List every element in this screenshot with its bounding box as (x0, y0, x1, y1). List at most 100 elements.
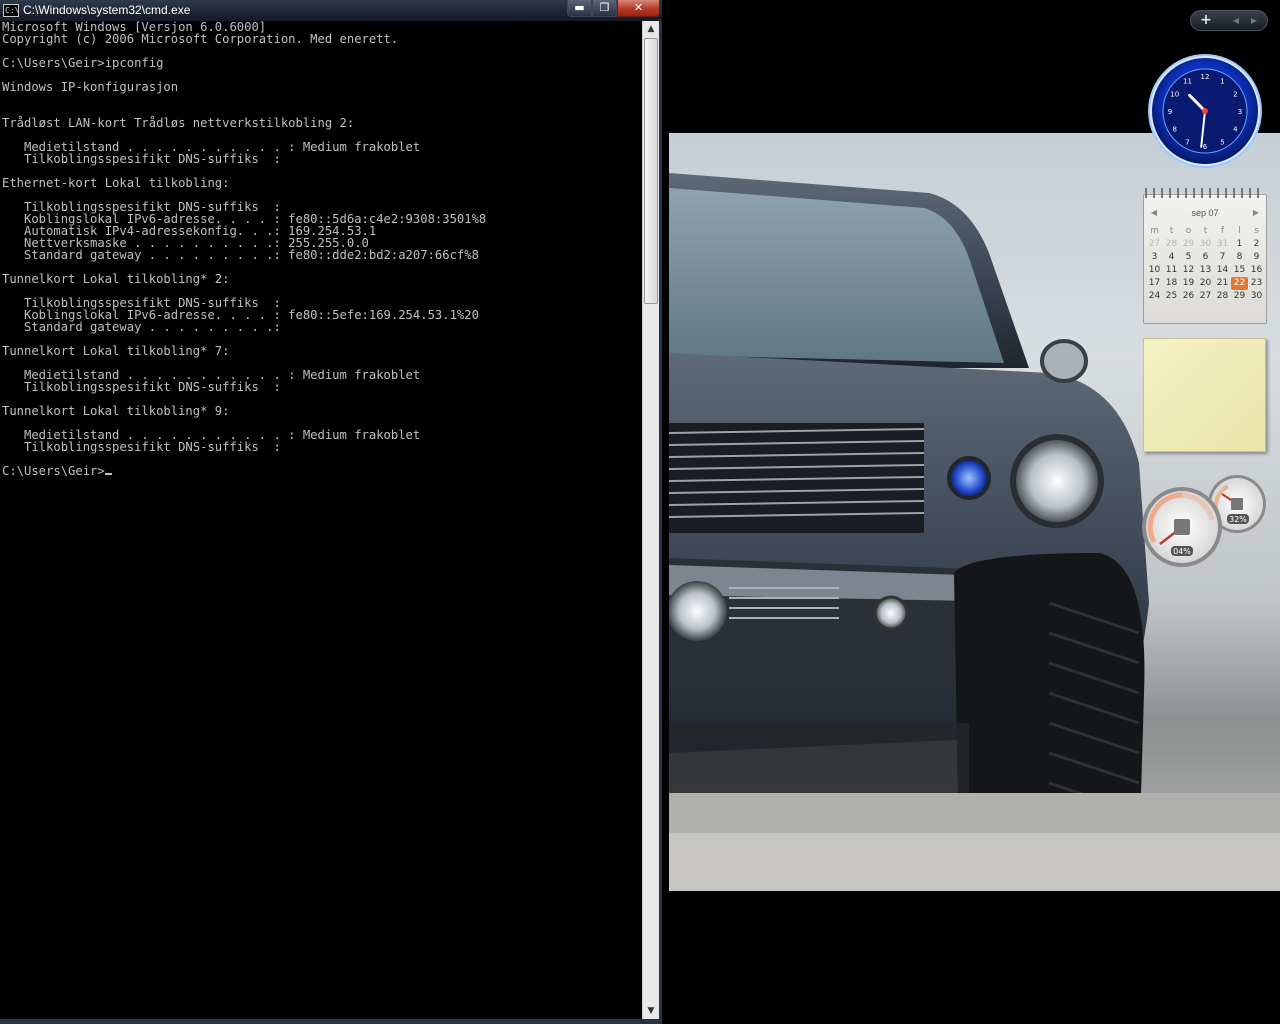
calendar-day[interactable]: 28 (1214, 290, 1231, 303)
calendar-prev-icon[interactable]: ◀ (1149, 208, 1159, 217)
calendar-day[interactable]: 1 (1231, 238, 1248, 251)
calendar-weekday: l (1238, 226, 1241, 236)
scroll-up-icon[interactable]: ▲ (643, 21, 659, 37)
calendar-day[interactable]: 27 (1197, 290, 1214, 303)
calendar-day[interactable]: 31 (1214, 238, 1231, 251)
console-line: Standard gateway . . . . . . . . .: (24, 320, 281, 334)
calendar-day[interactable]: 26 (1180, 290, 1197, 303)
calendar-today[interactable]: 22 (1231, 277, 1248, 290)
calendar-week: 3456789 (1146, 251, 1265, 264)
cpu-icon (1174, 519, 1190, 535)
calendar-day[interactable]: 25 (1163, 290, 1180, 303)
cpu-meter-gadget[interactable]: 04% 32% (1142, 472, 1268, 568)
console-line: Tilkoblingsspesifikt DNS-suffiks : (24, 380, 281, 394)
console-line: Ethernet-kort Lokal tilkobling: (2, 176, 230, 190)
calendar-day[interactable]: 19 (1180, 277, 1197, 290)
calendar-week: 10 11 12 13 14 15 16 (1146, 264, 1265, 277)
calendar-day[interactable]: 27 (1146, 238, 1163, 251)
previous-page-icon[interactable]: ◀ (1227, 11, 1245, 30)
clock-number: 4 (1233, 126, 1238, 134)
console-output[interactable]: Microsoft Windows [Versjon 6.0.6000] Cop… (0, 21, 642, 1019)
calendar-day[interactable]: 6 (1197, 251, 1214, 264)
calendar-week: 24 25 26 27 28 29 30 (1146, 290, 1265, 303)
console-line: Standard gateway . . . . . . . . .: fe80… (24, 248, 479, 262)
cmd-window: C:\ C:\Windows\system32\cmd.exe ▬ ❐ ✕ Mi… (0, 0, 662, 1024)
console-line: Tunnelkort Lokal tilkobling* 7: (2, 344, 230, 358)
restore-button[interactable]: ❐ (592, 0, 617, 17)
calendar-weekday: o (1185, 226, 1192, 236)
console-line: Windows IP-konfigurasjon (2, 80, 179, 94)
calendar-day[interactable]: 3 (1146, 251, 1163, 264)
calendar-weekday: t (1169, 226, 1174, 236)
minimize-button[interactable]: ▬ (567, 0, 592, 17)
calendar-day[interactable]: 9 (1248, 251, 1265, 264)
clock-gadget[interactable]: 121234567891011 (1146, 52, 1264, 170)
calendar-day[interactable]: 2 (1248, 238, 1265, 251)
calendar-weekday: f (1220, 226, 1225, 236)
calendar-month: sep 07 (1191, 208, 1219, 218)
clock-number: 9 (1168, 108, 1172, 116)
calendar-day[interactable]: 7 (1214, 251, 1231, 264)
clock-number: 1 (1220, 78, 1224, 86)
clock-center (1202, 108, 1208, 114)
clock-number: 2 (1233, 91, 1237, 99)
console-line: Trådløst LAN-kort Trådløs nettverkstilko… (2, 116, 355, 130)
clock-number: 5 (1220, 138, 1224, 146)
clock-number: 6 (1203, 143, 1208, 151)
console-line: Tunnelkort Lokal tilkobling* 2: (2, 272, 230, 286)
calendar-day[interactable]: 13 (1197, 264, 1214, 277)
notes-gadget[interactable] (1143, 338, 1266, 452)
calendar-header: ◀ sep 07 ▶ (1143, 208, 1267, 220)
calendar-day[interactable]: 8 (1231, 251, 1248, 264)
clock-number: 3 (1238, 108, 1242, 116)
calendar-next-icon[interactable]: ▶ (1251, 208, 1261, 217)
calendar-weekday: m (1150, 226, 1159, 236)
memory-percent: 32% (1229, 515, 1247, 524)
calendar-day[interactable]: 24 (1146, 290, 1163, 303)
vertical-scrollbar[interactable]: ▲ ▼ (642, 21, 659, 1019)
clock-number: 12 (1201, 73, 1210, 81)
calendar-week: 27 28 29 30 31 1 2 (1146, 238, 1265, 251)
calendar-day[interactable]: 10 (1146, 264, 1163, 277)
calendar-day[interactable]: 23 (1248, 277, 1265, 290)
calendar-weekdays: mtotfls (1146, 225, 1265, 238)
calendar-day[interactable]: 4 (1163, 251, 1180, 264)
window-frame-bottom (0, 1019, 662, 1024)
calendar-day[interactable]: 17 (1146, 277, 1163, 290)
cpu-percent: 04% (1173, 547, 1191, 556)
clock-number: 10 (1170, 91, 1179, 99)
add-gadget-button[interactable]: + (1192, 11, 1220, 30)
close-button[interactable]: ✕ (617, 0, 660, 17)
command-prompt[interactable]: C:\Users\Geir> (2, 464, 105, 478)
calendar-day[interactable]: 12 (1180, 264, 1197, 277)
calendar-day[interactable]: 16 (1248, 264, 1265, 277)
title-bar[interactable]: C:\ C:\Windows\system32\cmd.exe ▬ ❐ ✕ (0, 0, 662, 21)
calendar-grid: m t o t f l s 27 28 29 30 31 1 2 3 4 5 6 7 8 9 10 11 12 13 14 15 16… (1146, 225, 1265, 303)
calendar-weekday: s (1254, 226, 1259, 236)
calendar-day[interactable]: 14 (1214, 264, 1231, 277)
console-line: Tilkoblingsspesifikt DNS-suffiks : (24, 440, 281, 454)
clock-number: 8 (1172, 126, 1176, 134)
calendar-day[interactable]: 18 (1163, 277, 1180, 290)
window-frame-right (659, 21, 662, 1024)
calendar-day[interactable]: 28 (1163, 238, 1180, 251)
calendar-rings (1145, 188, 1265, 198)
calendar-day[interactable]: 5 (1180, 251, 1197, 264)
calendar-day[interactable]: 15 (1231, 264, 1248, 277)
scroll-down-icon[interactable]: ▼ (643, 1003, 659, 1019)
scroll-thumb[interactable] (644, 38, 658, 304)
calendar-day[interactable]: 11 (1163, 264, 1180, 277)
calendar-day[interactable]: 20 (1197, 277, 1214, 290)
calendar-gadget[interactable]: ◀ sep 07 ▶ m t o t f l s 27 28 29 30 31 1 2 3 4 5 6 7 8 9 10 1… (1143, 188, 1267, 324)
calendar-day[interactable]: 29 (1231, 290, 1248, 303)
console-line: Tunnelkort Lokal tilkobling* 9: (2, 404, 230, 418)
calendar-day[interactable]: 30 (1248, 290, 1265, 303)
calendar-day[interactable]: 21 (1214, 277, 1231, 290)
sidebar-controls: + ◀ ▶ (1190, 10, 1268, 31)
console-line: Copyright (c) 2006 Microsoft Corporation… (2, 32, 399, 46)
calendar-day[interactable]: 30 (1197, 238, 1214, 251)
calendar-day[interactable]: 29 (1180, 238, 1197, 251)
console-line: C:\Users\Geir>ipconfig (2, 56, 164, 70)
next-page-icon[interactable]: ▶ (1245, 11, 1263, 30)
text-cursor (104, 473, 112, 475)
